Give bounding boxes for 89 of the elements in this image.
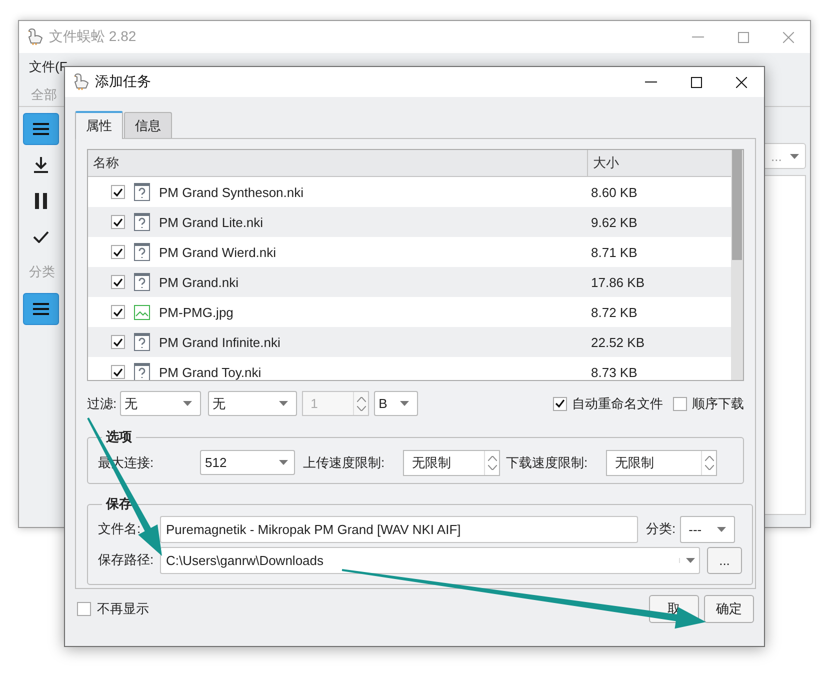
caret-icon xyxy=(278,401,288,406)
caret-icon xyxy=(790,154,799,158)
file-name: PM-PMG.jpg xyxy=(159,304,234,320)
table-cell-text: 8.73 KB xyxy=(590,364,638,380)
menu-icon xyxy=(33,123,49,135)
checkmark-icon xyxy=(113,188,123,196)
close-icon[interactable] xyxy=(736,76,747,88)
caret-icon xyxy=(279,460,288,466)
table-cell-text: 8.60 KB xyxy=(590,184,638,202)
file-name: PM Grand Syntheson.nki xyxy=(159,184,304,200)
checkbox[interactable] xyxy=(111,185,125,199)
unknown-file-icon xyxy=(134,213,150,231)
download-limit-spinner[interactable]: 无限制 xyxy=(606,450,717,476)
unknown-file-icon xyxy=(134,333,150,351)
checkmark-icon xyxy=(113,368,123,376)
caret-icon xyxy=(400,401,409,406)
filter-label: 过滤: xyxy=(87,394,117,412)
download-icon xyxy=(33,157,49,173)
path-field[interactable]: C:\Users\ganrw\Downloads xyxy=(160,546,700,574)
table-cell-text: 22.52 KB xyxy=(590,334,644,352)
checkbox-label[interactable]: 自动重命名文件 xyxy=(572,394,663,412)
checkmark-icon xyxy=(113,218,123,226)
maximize-icon[interactable] xyxy=(691,76,702,88)
checkmark-icon xyxy=(33,231,49,243)
table-cell-text: 17.86 KB xyxy=(590,274,644,292)
field-label: 分类: xyxy=(646,520,676,538)
image-file-icon xyxy=(134,304,150,320)
file-name: PM Grand Lite.nki xyxy=(159,214,264,230)
upload-limit-spinner[interactable]: 无限制 xyxy=(403,450,500,476)
goose-icon xyxy=(27,28,43,46)
spinner-arrows-icon[interactable] xyxy=(484,450,497,475)
file-name: PM Grand Toy.nki xyxy=(159,364,262,380)
field-label: 上传速度限制: xyxy=(303,454,386,472)
checkmark-icon xyxy=(113,248,123,256)
checkmark-icon xyxy=(555,399,565,408)
section-label: 全部 xyxy=(31,86,57,104)
tab[interactable]: 信息 xyxy=(124,112,172,138)
scrollbar[interactable] xyxy=(731,150,743,380)
checkbox[interactable] xyxy=(111,275,125,289)
checkbox[interactable] xyxy=(111,245,125,259)
file-name: PM Grand Infinite.nki xyxy=(159,334,280,350)
checkbox-label[interactable]: 顺序下载 xyxy=(692,394,744,412)
tab[interactable]: 属性 xyxy=(75,111,123,139)
table-cell-text: 8.71 KB xyxy=(590,244,638,262)
filter-dropdown[interactable]: 无 xyxy=(208,391,297,416)
window-title: 文件蜈蚣 2.82 xyxy=(49,28,136,46)
browse-button[interactable]: ... xyxy=(707,546,742,574)
checkbox[interactable] xyxy=(673,396,687,410)
sidebar-button[interactable] xyxy=(23,113,59,145)
pause-icon xyxy=(34,193,48,209)
caret-icon xyxy=(686,558,695,563)
spinner-arrows-icon[interactable] xyxy=(701,450,714,475)
checkbox[interactable] xyxy=(553,396,567,410)
table-cell-text: 9.62 KB xyxy=(590,214,638,232)
column-header[interactable]: 大小 xyxy=(588,150,619,176)
checkbox[interactable] xyxy=(111,305,125,319)
checkmark-icon xyxy=(113,338,123,346)
filename-field[interactable]: Puremagnetik - Mikropak PM Grand [WAV NKI AIF] xyxy=(160,516,638,543)
checkbox[interactable] xyxy=(111,335,125,349)
unit-dropdown[interactable]: B xyxy=(374,391,418,416)
unknown-file-icon xyxy=(134,273,150,291)
menu-icon xyxy=(33,303,49,315)
checkmark-icon xyxy=(113,308,123,316)
sidebar-button[interactable] xyxy=(23,293,59,325)
group-title: 选项 xyxy=(105,428,133,446)
checkbox[interactable] xyxy=(111,215,125,229)
category-dropdown[interactable]: --- xyxy=(680,516,735,543)
group-title: 保存 xyxy=(104,495,133,514)
field-label: 下载速度限制: xyxy=(506,454,589,472)
caret-icon xyxy=(182,401,192,406)
unknown-file-icon xyxy=(134,243,150,261)
file-name: PM Grand.nki xyxy=(159,274,238,290)
checkbox[interactable] xyxy=(77,602,91,616)
ok-button[interactable]: 确定 xyxy=(704,595,754,623)
connections-dropdown[interactable]: 512 xyxy=(200,450,295,476)
field-label: 文件名: xyxy=(98,520,142,538)
table-cell-text: 8.72 KB xyxy=(590,304,638,322)
checkmark-icon xyxy=(113,278,123,286)
minimize-icon[interactable] xyxy=(645,81,657,83)
category-label: 分类 xyxy=(28,263,56,281)
checkbox[interactable] xyxy=(111,365,125,379)
file-name: PM Grand Wierd.nki xyxy=(159,244,276,260)
dialog-title: 添加任务 xyxy=(95,73,151,91)
column-header[interactable]: 名称 xyxy=(88,150,588,176)
field-label: 保存路径: xyxy=(98,551,155,570)
goose-icon xyxy=(73,73,89,91)
unknown-file-icon xyxy=(134,183,150,201)
checkbox-label[interactable]: 不再显示 xyxy=(97,600,149,618)
filter-dropdown[interactable]: 无 xyxy=(120,391,201,416)
